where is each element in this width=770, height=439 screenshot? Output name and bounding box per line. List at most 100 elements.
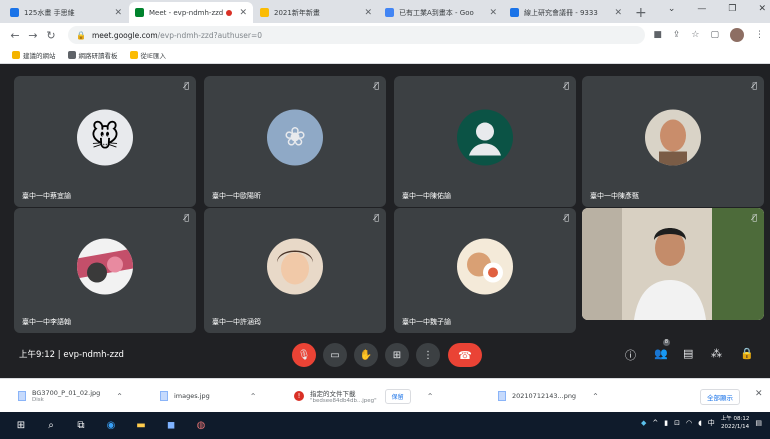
host-controls-icon[interactable]: 🔒	[740, 347, 754, 360]
photo-face	[267, 238, 323, 295]
back-icon[interactable]: ←	[6, 29, 24, 42]
bookmark-item[interactable]: 建議的網站	[12, 50, 56, 60]
close-icon[interactable]: ✕	[755, 389, 763, 399]
chevron-up-icon[interactable]: ⌃	[116, 392, 123, 401]
windows-start-icon[interactable]: ⊞	[10, 416, 32, 436]
toolbar-icons: ■ ⇪ ☆ ▢ ⋮	[653, 28, 764, 42]
bookmark-item[interactable]: 從IE匯入	[129, 50, 167, 60]
star-icon[interactable]: ☆	[691, 30, 699, 40]
participant-name: 臺中一中許涵筠	[212, 318, 261, 326]
info-icon[interactable]: ⓘ	[625, 347, 636, 363]
participant-tile[interactable]: 🎙̸ 臺中一中許涵筠	[204, 208, 386, 333]
network-icon[interactable]: ⊡	[674, 419, 680, 427]
download-item[interactable]: images.jpg ⌃	[160, 385, 256, 407]
download-shelf: BG3700_P_01_02.jpg Disk ⌃ images.jpg ⌃ ! 指定的…	[0, 378, 770, 412]
file-explorer-icon[interactable]: ▬	[130, 416, 152, 436]
participant-photo	[457, 238, 513, 295]
avatar-glyph: 🐭	[90, 120, 120, 154]
chevron-up-icon[interactable]: ⌃	[592, 392, 599, 401]
self-video-tile[interactable]: 🎙̸	[582, 208, 764, 320]
taskbar-date: 2022/1/14	[720, 424, 750, 430]
chevron-up-icon[interactable]: ⌃	[427, 392, 434, 401]
wifi-icon[interactable]: ◠	[686, 419, 692, 427]
participant-tile[interactable]: 🎙̸ 臺中一中李語翰	[14, 208, 196, 333]
close-icon[interactable]: ✕	[489, 8, 497, 18]
tab-title: Meet - evp-ndmh-zzd	[149, 8, 224, 17]
edge-icon[interactable]: ◉	[100, 416, 122, 436]
download-status: "bedsee84db4db...jpeg"	[310, 398, 377, 404]
tab-favicon	[135, 8, 144, 17]
participant-tile[interactable]: 🎙̸ 臺中一中陳佑諭	[394, 76, 576, 207]
participant-name: 臺中一中魏子諭	[402, 318, 451, 326]
reload-icon[interactable]: ↻	[42, 29, 60, 42]
menu-icon[interactable]: ⋮	[755, 30, 764, 40]
bookmark-label: 從IE匯入	[140, 52, 167, 60]
activities-icon[interactable]: ⁂	[711, 347, 722, 360]
app-tray-icon[interactable]: ◆	[641, 419, 646, 427]
notification-icon[interactable]: ▤	[755, 419, 762, 427]
bookmark-item[interactable]: 網路研讀看板	[67, 50, 118, 60]
keep-button[interactable]: 保留	[384, 388, 411, 404]
windows-taskbar: ⊞ ⌕ ⧉ ◉ ▬ ◼ ◍ ◆ ^ ▮ ⊡ ◠ ◖ 中 上午 08:12 2022…	[0, 412, 770, 439]
raise-hand-button[interactable]: ✋	[354, 343, 378, 367]
maximize-icon[interactable]: ❐	[728, 4, 736, 14]
store-icon[interactable]: ◼	[160, 416, 182, 436]
download-filename: images.jpg	[174, 392, 210, 400]
task-view-icon[interactable]: ⧉	[70, 416, 92, 436]
photo-image	[77, 238, 133, 295]
download-item[interactable]: 20210712143...png ⌃	[498, 385, 599, 407]
participant-tile[interactable]: 🎙̸ 臺中一中陳彥甄	[582, 76, 764, 207]
extensions-icon[interactable]: ▢	[710, 30, 719, 40]
url-host: meet.google.com	[91, 30, 158, 40]
participant-tile[interactable]: 🎙̸ 臺中一中魏子諭	[394, 208, 576, 333]
close-icon[interactable]: ✕	[114, 8, 122, 18]
address-bar[interactable]: 🔒 meet.google.com/evp-ndmh-zzd?authuser=…	[68, 26, 646, 44]
mic-muted-icon: 🎙̸	[752, 81, 757, 90]
input-method-icon[interactable]: 中	[708, 418, 715, 428]
window-close-icon[interactable]: ✕	[758, 4, 766, 14]
tab-favicon	[385, 8, 394, 17]
file-icon	[18, 391, 26, 401]
download-filename: 指定的文件下載	[310, 390, 356, 398]
more-options-button[interactable]: ⋮	[416, 343, 440, 367]
close-icon[interactable]: ✕	[239, 8, 247, 18]
leave-call-button[interactable]: ☎	[448, 343, 482, 367]
present-button[interactable]: ⊞	[385, 343, 409, 367]
close-icon[interactable]: ✕	[364, 8, 372, 18]
tab-list: 125水畫 手思維 ✕ Meet - evp-ndmh-zzd ✕ 2021新年新畫…	[4, 2, 629, 23]
participant-name: 臺中一中李語翰	[22, 318, 71, 326]
participant-tile[interactable]: 🎙̸ 🐭 臺中一中蔡宜諭	[14, 76, 196, 207]
camera-button[interactable]: ▭	[323, 343, 347, 367]
people-icon[interactable]: 👥	[654, 347, 668, 360]
browser-tab[interactable]: 2021新年新畫 ✕	[254, 2, 378, 23]
download-item-warning[interactable]: ! 指定的文件下載 "bedsee84db4db...jpeg" 保留 ⌃	[294, 385, 433, 407]
close-icon[interactable]: ✕	[614, 8, 622, 18]
chevron-up-icon[interactable]: ^	[652, 419, 658, 427]
browser-tab[interactable]: 125水畫 手思維 ✕	[4, 2, 128, 23]
share-icon[interactable]: ⇪	[673, 30, 681, 40]
camera-icon[interactable]: ■	[653, 30, 662, 40]
person-icon	[469, 122, 501, 156]
download-item[interactable]: BG3700_P_01_02.jpg Disk ⌃	[18, 385, 123, 407]
avatar[interactable]	[730, 28, 744, 42]
chrome-icon[interactable]: ◍	[190, 416, 212, 436]
browser-tab-active[interactable]: Meet - evp-ndmh-zzd ✕	[129, 2, 253, 23]
forward-icon[interactable]: →	[24, 29, 42, 42]
present-icon: ⊞	[392, 349, 402, 361]
tray-icon[interactable]: ▮	[664, 419, 668, 427]
browser-tab[interactable]: 已有工業A到畫本 - Goo ✕	[379, 2, 503, 23]
mic-muted-icon: 🎙̸	[564, 213, 569, 222]
search-icon[interactable]: ⌕	[40, 416, 62, 436]
microphone-button[interactable]: 🎙	[292, 343, 316, 367]
taskbar-clock[interactable]: 上午 08:12 2022/1/14	[721, 415, 750, 431]
chevron-up-icon[interactable]: ⌃	[250, 392, 257, 401]
show-all-button[interactable]: 全部顯示	[700, 389, 740, 405]
browser-tab[interactable]: 線上研究會議冊 - 9333 ✕	[504, 2, 628, 23]
volume-icon[interactable]: ◖	[698, 419, 702, 427]
new-tab-button[interactable]: +	[635, 5, 647, 21]
minimize-icon[interactable]: —	[697, 4, 706, 14]
tab-search-icon[interactable]: ⌄	[668, 4, 676, 14]
participant-avatar	[457, 109, 513, 166]
participant-tile[interactable]: 🎙̸ ❀ 臺中一中歐陽昕	[204, 76, 386, 207]
chat-icon[interactable]: ▤	[683, 347, 693, 360]
